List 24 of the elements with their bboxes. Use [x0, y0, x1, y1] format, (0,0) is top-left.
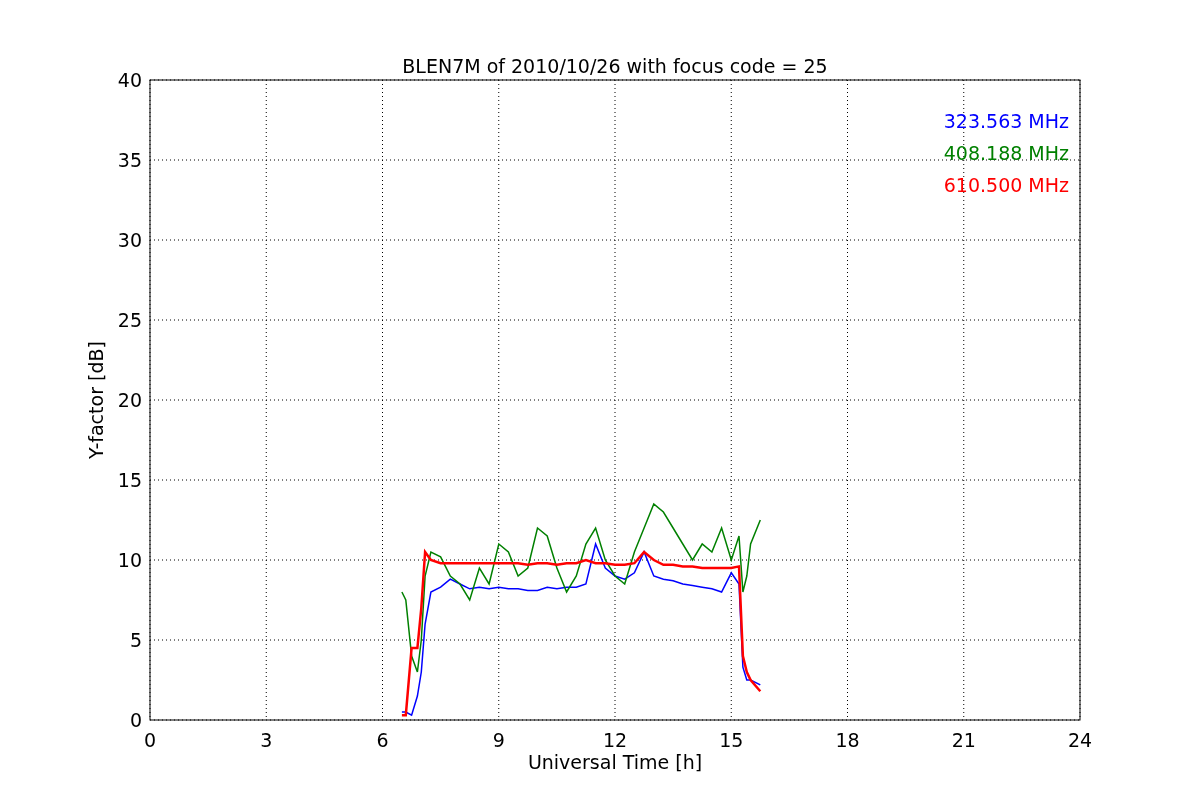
- y-tick-label: 20: [117, 389, 142, 411]
- chart-title: BLEN7M of 2010/10/26 with focus code = 25: [402, 55, 828, 77]
- y-axis-label: Y-factor [dB]: [85, 341, 107, 459]
- y-tick-label: 15: [117, 469, 142, 491]
- y-tick-label: 30: [117, 229, 142, 251]
- x-tick-label: 3: [260, 729, 273, 751]
- legend-entry: 408.188 MHz: [943, 142, 1069, 164]
- x-tick-label: 9: [492, 729, 505, 751]
- x-tick-label: 18: [835, 729, 860, 751]
- x-tick-label: 6: [376, 729, 389, 751]
- y-tick-label: 5: [129, 629, 142, 651]
- x-axis-label: Universal Time [h]: [527, 751, 703, 773]
- y-tick-label: 0: [129, 709, 142, 731]
- x-tick-label: 24: [1067, 729, 1093, 751]
- x-tick-label: 0: [143, 729, 157, 751]
- y-tick-label: 40: [117, 69, 142, 91]
- y-tick-label: 25: [117, 309, 142, 331]
- legend-entry: 323.563 MHz: [943, 110, 1069, 132]
- y-tick-label: 10: [117, 549, 142, 571]
- x-tick-label: 12: [602, 729, 628, 751]
- x-tick-label: 21: [951, 729, 976, 751]
- x-tick-label: 15: [719, 729, 744, 751]
- y-tick-label: 35: [117, 149, 142, 171]
- legend-entry: 610.500 MHz: [943, 174, 1069, 196]
